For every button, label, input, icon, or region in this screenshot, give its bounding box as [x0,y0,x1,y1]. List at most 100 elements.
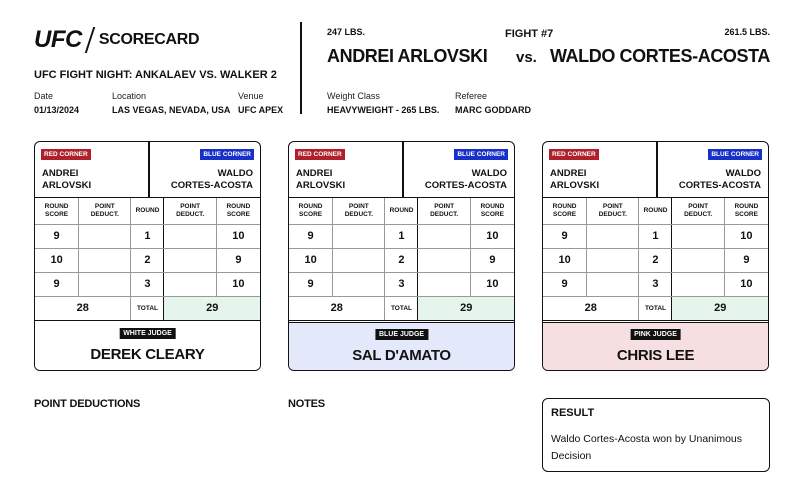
table-row: 10 2 9 [543,247,768,273]
red-deduction [332,271,386,297]
red-last-name: ARLOVSKI [550,180,600,191]
score-table: ROUND SCORE POINT DEDUCT. ROUND POINT DEDUC… [543,198,768,321]
hdr-line-2: SCORE [45,210,69,218]
blue-point-deduct-header: POINT DEDUCT. [417,198,471,225]
round-number: 1 [130,223,165,249]
score-table-header: ROUND SCORE POINT DEDUCT. ROUND POINT DEDUC… [289,198,514,225]
judge-footer: WHITE JUDGE DEREK CLEARY [35,322,260,370]
blue-deduction [671,247,725,273]
referee-block: Referee MARC GODDARD [455,91,531,115]
score-table: ROUND SCORE POINT DEDUCT. ROUND POINT DEDUC… [35,198,260,321]
vs-label: vs. [516,49,537,66]
table-row: 10 2 9 [289,247,514,273]
blue-score: 10 [469,271,514,297]
red-score: 9 [35,223,80,249]
red-point-deduct-header: POINT DEDUCT. [332,198,386,225]
blue-score: 10 [723,223,768,249]
point-deductions-title: POINT DEDUCTIONS [34,398,141,410]
red-total: 28 [543,295,640,321]
red-last-name: ARLOVSKI [296,180,346,191]
hdr-line-1: ROUND [480,202,505,210]
date-label: Date [34,91,54,101]
red-corner-badge: RED CORNER [295,149,345,160]
corner-divider [148,142,150,198]
red-deduction [586,247,640,273]
score-table-header: ROUND SCORE POINT DEDUCT. ROUND POINT DEDUC… [543,198,768,225]
blue-last-name: CORTES-ACOSTA [678,180,761,191]
round-number: 3 [130,271,165,297]
blue-corner-badge: BLUE CORNER [200,149,254,160]
hdr-line-1: POINT [688,202,709,210]
blue-fighter-card-name: WALDO CORTES-ACOSTA [171,168,253,192]
total-label: TOTAL [638,295,673,321]
judge-card-white: RED CORNER BLUE CORNER ANDREI ARLOVSKI W… [34,141,261,371]
event-name: UFC FIGHT NIGHT: ANKALAEV VS. WALKER 2 [34,69,277,81]
corner-divider [656,142,658,198]
hdr-line-2: SCORE [299,210,323,218]
total-label: TOTAL [130,295,165,321]
table-row: 9 3 10 [289,271,514,297]
hdr-line-2: DEDUCT. [598,210,627,218]
referee-label: Referee [455,91,488,101]
red-fighter-card-name: ANDREI ARLOVSKI [296,168,345,192]
blue-point-deduct-header: POINT DEDUCT. [671,198,725,225]
red-fighter-card-name: ANDREI ARLOVSKI [550,168,599,192]
weight-class-label: Weight Class [327,91,380,101]
venue-block: Venue UFC APEX [238,91,283,115]
hdr-line-2: DEDUCT. [430,210,459,218]
red-score: 9 [543,271,588,297]
hdr-line-1: ROUND [552,202,577,210]
judge-name: DEREK CLEARY [90,346,205,363]
hdr-line-1: POINT [602,202,623,210]
round-number: 2 [384,247,419,273]
blue-first-name: WALDO [217,168,253,179]
location-block: Location LAS VEGAS, NEVADA, USA [112,91,230,115]
blue-last-name: CORTES-ACOSTA [424,180,507,191]
ufc-logo: UFC SCORECARD [34,26,200,54]
red-last-name: ARLOVSKI [42,180,92,191]
judge-name: CHRIS LEE [616,347,695,364]
blue-deduction [417,223,471,249]
blue-total: 29 [417,295,514,321]
location-label: Location [112,91,147,101]
blue-deduction [417,271,471,297]
blue-point-deduct-header: POINT DEDUCT. [163,198,217,225]
corner-header: RED CORNER BLUE CORNER ANDREI ARLOVSKI W… [543,142,768,198]
blue-total: 29 [163,295,260,321]
table-row: 9 1 10 [289,223,514,249]
round-number: 3 [638,271,673,297]
hdr-line-1: POINT [180,202,201,210]
round-number: 2 [638,247,673,273]
venue-value: UFC APEX [238,105,284,115]
hdr-line-1: ROUND [44,202,69,210]
judge-footer: BLUE JUDGE SAL D'AMATO [289,322,514,370]
blue-score: 10 [215,271,260,297]
date-value: 01/13/2024 [34,105,80,115]
red-deduction [78,247,132,273]
table-row: 9 1 10 [543,223,768,249]
blue-fighter-name: WALDO CORTES-ACOSTA [549,46,770,66]
judge-title-badge: BLUE JUDGE [374,329,429,340]
hdr-line-2: SCORE [553,210,577,218]
venue-label: Venue [238,91,264,101]
hdr-line-1: ROUND [298,202,323,210]
red-score: 10 [543,247,588,273]
round-number: 1 [384,223,419,249]
hdr-line-2: SCORE [480,210,504,218]
hdr-line-1: ROUND [226,202,251,210]
red-deduction [332,247,386,273]
weight-class-value: HEAVYWEIGHT - 265 LBS. [327,105,440,115]
red-point-deduct-header: POINT DEDUCT. [78,198,132,225]
judge-name: SAL D'AMATO [352,347,451,364]
round-number: 1 [638,223,673,249]
red-score: 10 [35,247,80,273]
round-number: 2 [130,247,165,273]
round-header: ROUND [130,198,165,225]
blue-deduction [671,271,725,297]
red-first-name: ANDREI [296,168,333,179]
blue-score: 9 [215,247,260,273]
red-first-name: ANDREI [550,168,587,179]
judge-title-badge: PINK JUDGE [630,329,681,340]
corner-divider [402,142,404,198]
blue-fighter-card-name: WALDO CORTES-ACOSTA [425,168,507,192]
